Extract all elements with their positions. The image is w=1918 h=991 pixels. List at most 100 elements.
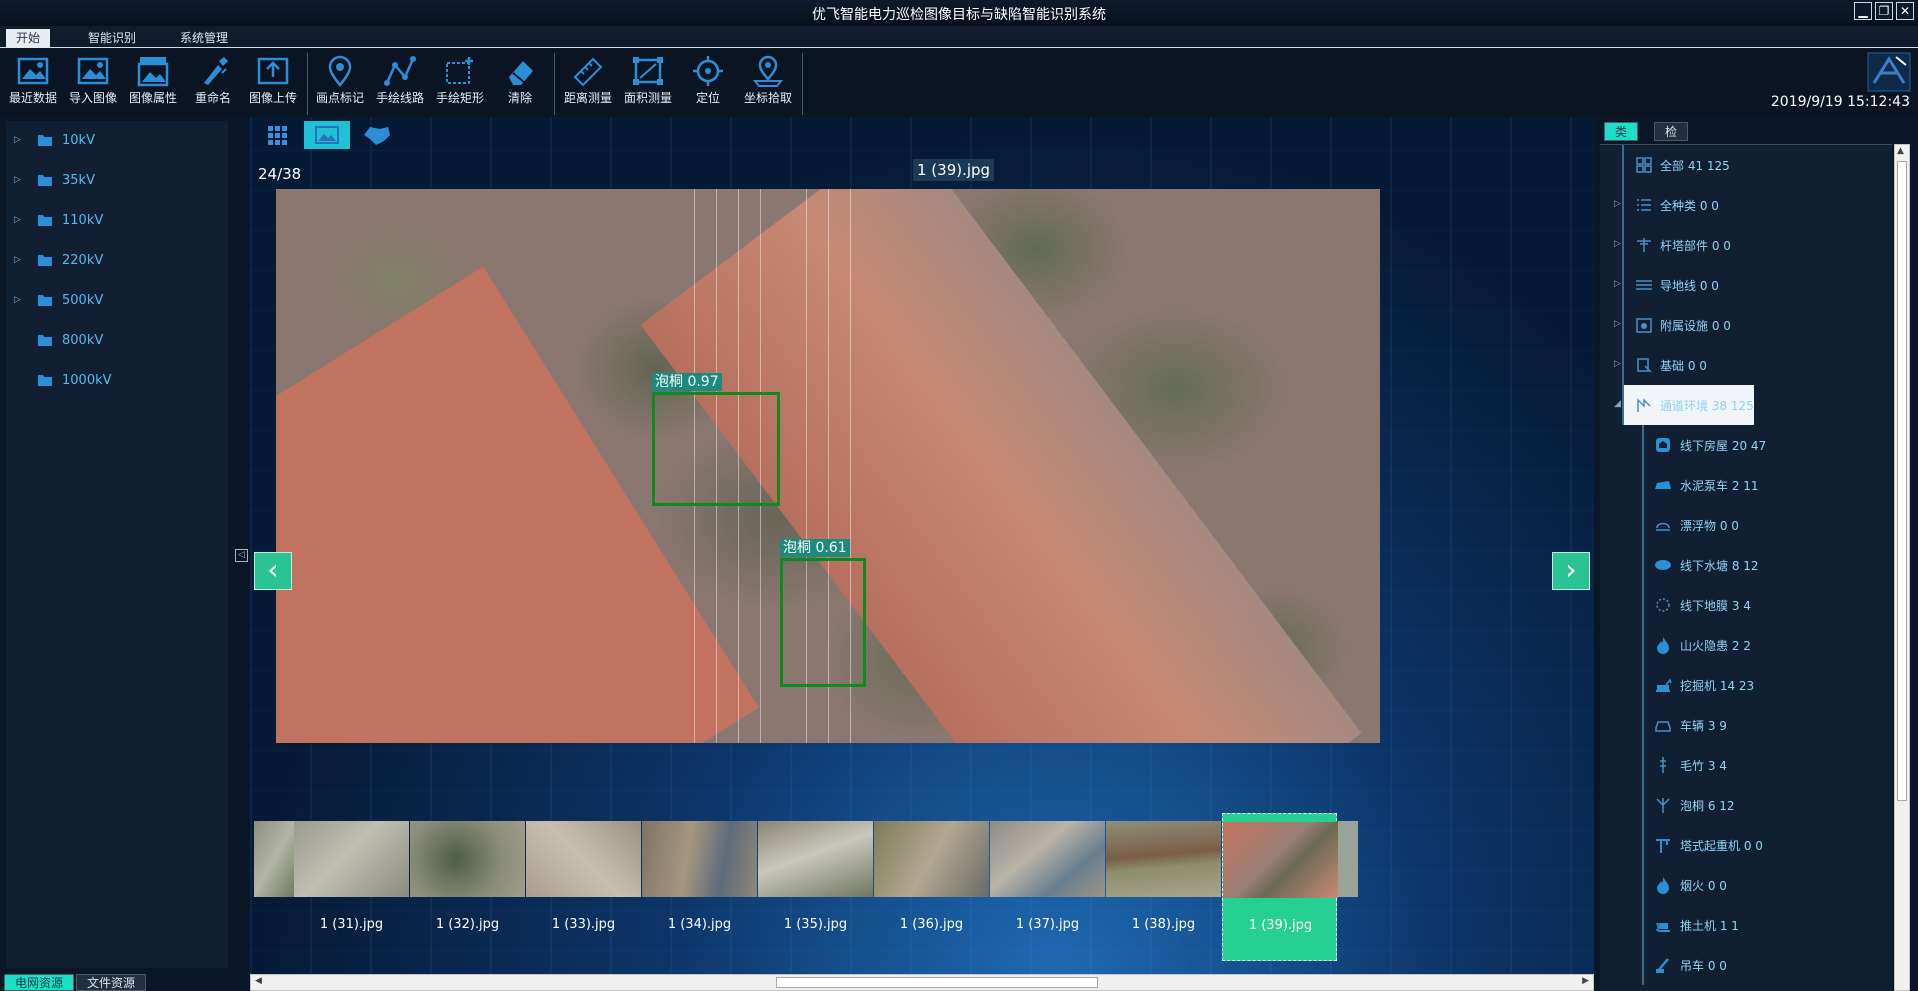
scroll-up-icon[interactable]: ▲ <box>1897 146 1904 156</box>
minimize-button[interactable]: ▁ <box>1854 2 1872 20</box>
category-all[interactable]: 全部 41 125 <box>1600 145 1880 185</box>
category-cement-pump-truck[interactable]: 水泥泵车 2 11 <box>1600 465 1880 505</box>
maximize-button[interactable]: ❐ <box>1875 2 1893 20</box>
category-foundation[interactable]: ▷ 基础 0 0 <box>1600 345 1880 385</box>
expand-arrow-icon[interactable]: ▷ <box>14 255 21 265</box>
thumbnail-selected[interactable]: 1 (39).jpg <box>1222 813 1338 961</box>
category-floating-object[interactable]: 漂浮物 0 0 <box>1600 505 1880 545</box>
tree-guide-line <box>1622 225 1624 265</box>
clear-button[interactable]: 清除 <box>491 53 549 109</box>
thumbnail[interactable] <box>254 813 294 961</box>
tab-detection[interactable]: 检测 <box>1654 122 1689 158</box>
category-auxiliary-facilities[interactable]: ▷ 附属设施 0 0 <box>1600 305 1880 345</box>
tab-file-resources[interactable]: 文件资源 <box>76 974 147 991</box>
expand-arrow-icon[interactable]: ▷ <box>1614 199 1621 209</box>
folder-icon <box>38 295 52 306</box>
image-properties-icon <box>137 57 169 87</box>
expand-arrow-icon[interactable]: ▷ <box>1614 319 1621 329</box>
detection-box[interactable] <box>652 392 780 506</box>
expand-arrow-icon[interactable]: ▷ <box>1614 239 1621 249</box>
tab-grid-resources[interactable]: 电网资源 <box>4 974 75 991</box>
menu-tab-start[interactable]: 开始 <box>6 29 51 48</box>
rename-button[interactable]: 重命名 <box>184 53 242 109</box>
grid-view-tab[interactable] <box>254 121 300 149</box>
expand-arrow-icon[interactable]: ▷ <box>14 215 21 225</box>
horizontal-scrollbar[interactable]: ◀ ▶ <box>250 974 1594 991</box>
list-icon <box>1637 199 1651 211</box>
expand-arrow-icon[interactable]: ◢ <box>1614 399 1621 409</box>
expand-arrow-icon[interactable]: ▷ <box>1614 279 1621 289</box>
category-conductor[interactable]: ▷ 导地线 0 0 <box>1600 265 1880 305</box>
tree-item-110kv[interactable]: ▷ 110kV <box>6 201 228 241</box>
category-bamboo[interactable]: 毛竹 3 4 <box>1600 745 1880 785</box>
point-marker-button[interactable]: 画点标记 <box>311 53 369 109</box>
thumbnail[interactable]: 1 (33).jpg <box>526 813 641 961</box>
prev-image-button[interactable]: ‹ <box>254 552 292 590</box>
category-channel-environment[interactable]: ◢ 通道环境 38 125 <box>1600 385 1880 425</box>
category-under-line-pond[interactable]: 线下水塘 8 12 <box>1600 545 1880 585</box>
thumbnail-image <box>526 821 641 897</box>
thumbnail[interactable]: 1 (37).jpg <box>990 813 1105 961</box>
thumbnail[interactable]: 1 (35).jpg <box>758 813 873 961</box>
scroll-right-icon[interactable]: ▶ <box>1582 976 1589 986</box>
draw-rect-button[interactable]: 手绘矩形 <box>431 53 489 109</box>
close-button[interactable]: ✕ <box>1896 2 1914 20</box>
area-measure-button[interactable]: 面积测量 <box>619 53 677 109</box>
coordinate-pick-button[interactable]: 坐标拾取 <box>739 53 797 109</box>
expand-arrow-icon[interactable]: ▷ <box>14 175 21 185</box>
tree-item-800kv[interactable]: 800kV <box>6 321 228 361</box>
collapse-panel-button[interactable]: ◁ <box>235 549 248 562</box>
tree-item-1000kv[interactable]: 1000kV <box>6 361 228 401</box>
map-view-tab[interactable] <box>354 121 400 149</box>
distance-measure-button[interactable]: 距离测量 <box>559 53 617 109</box>
thumbnail[interactable]: 1 (34).jpg <box>642 813 757 961</box>
menu-tab-smart-recognition[interactable]: 智能识别 <box>78 29 146 48</box>
image-properties-button[interactable]: 图像属性 <box>124 53 182 109</box>
thumbnail-strip: 1 (31).jpg 1 (32).jpg 1 (33).jpg 1 (34).… <box>250 813 1594 961</box>
expand-arrow-icon[interactable]: ▷ <box>14 295 21 305</box>
category-bulldozer[interactable]: 推土机 1 1 <box>1600 905 1880 945</box>
folder-icon <box>38 175 52 186</box>
tree-item-220kv[interactable]: ▷ 220kV <box>6 241 228 281</box>
thumbnail[interactable]: 1 (36).jpg <box>874 813 989 961</box>
expand-arrow-icon[interactable]: ▷ <box>14 135 21 145</box>
category-wildfire-hazard[interactable]: 山火隐患 2 2 <box>1600 625 1880 665</box>
category-excavator[interactable]: 挖掘机 14 23 <box>1600 665 1880 705</box>
scrollbar-thumb[interactable] <box>776 977 1098 988</box>
thumbnail[interactable]: 1 (32).jpg <box>410 813 525 961</box>
category-smoke-fire[interactable]: 烟火 0 0 <box>1600 865 1880 905</box>
image-view-tab[interactable] <box>304 121 350 149</box>
thumbnail[interactable] <box>1338 813 1358 961</box>
tree-guide-line <box>1622 185 1624 225</box>
upload-button[interactable]: 图像上传 <box>244 53 302 109</box>
tab-type[interactable]: 类型 <box>1604 122 1639 158</box>
category-paulownia[interactable]: 泡桐 6 12 <box>1600 785 1880 825</box>
inspection-photo[interactable]: 泡桐 0.97 泡桐 0.61 <box>276 189 1380 743</box>
locate-button[interactable]: 定位 <box>679 53 737 109</box>
draw-line-button[interactable]: 手绘线路 <box>371 53 429 109</box>
vertical-scrollbar[interactable]: ▲ <box>1894 144 1910 991</box>
thumbnail[interactable]: 1 (38).jpg <box>1106 813 1221 961</box>
next-image-button[interactable]: › <box>1552 552 1590 590</box>
category-crane[interactable]: 吊车 0 0 <box>1600 945 1880 985</box>
import-image-button[interactable]: 导入图像 <box>64 53 122 109</box>
category-under-line-house[interactable]: 线下房屋 20 47 <box>1600 425 1880 465</box>
tree-item-35kv[interactable]: ▷ 35kV <box>6 161 228 201</box>
category-all-types[interactable]: ▷ 全种类 0 0 <box>1600 185 1880 225</box>
category-vehicle[interactable]: 车辆 3 9 <box>1600 705 1880 745</box>
brand-logo-icon <box>1867 52 1911 92</box>
category-under-line-film[interactable]: 线下地膜 3 4 <box>1600 585 1880 625</box>
tree-guide-line <box>1642 825 1644 865</box>
tree-item-10kv[interactable]: ▷ 10kV <box>6 121 228 161</box>
tree-item-500kv[interactable]: ▷ 500kV <box>6 281 228 321</box>
recent-data-button[interactable]: 最近数据 <box>4 53 62 109</box>
scrollbar-thumb[interactable] <box>1897 161 1907 801</box>
scroll-left-icon[interactable]: ◀ <box>255 976 262 986</box>
category-tower-parts[interactable]: ▷ 杆塔部件 0 0 <box>1600 225 1880 265</box>
expand-arrow-icon[interactable]: ▷ <box>1614 359 1621 369</box>
detection-box[interactable] <box>780 558 866 687</box>
thumbnail[interactable]: 1 (31).jpg <box>294 813 409 961</box>
tree-guide-line <box>1642 545 1644 585</box>
menu-tab-system-management[interactable]: 系统管理 <box>170 29 238 48</box>
category-tower-crane[interactable]: 塔式起重机 0 0 <box>1600 825 1880 865</box>
